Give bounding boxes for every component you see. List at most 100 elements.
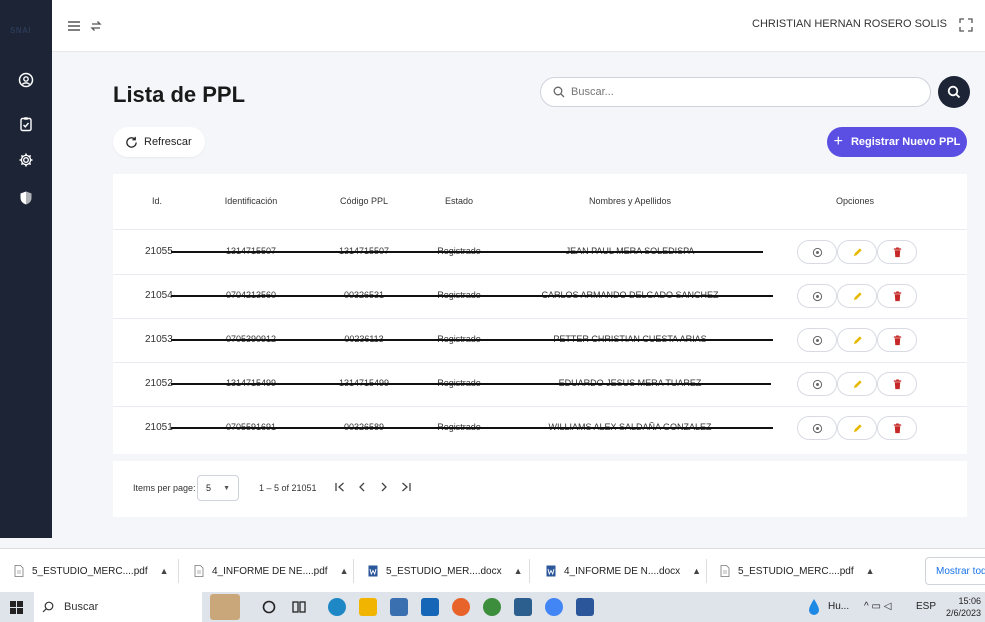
search-icon: [42, 601, 54, 613]
download-item[interactable]: 4_INFORME DE N....docx ▲: [546, 549, 701, 593]
search-button[interactable]: [938, 76, 970, 108]
menu-toggle-button[interactable]: [65, 18, 83, 34]
edit-button[interactable]: [837, 416, 877, 440]
edge-icon[interactable]: [328, 598, 346, 616]
pdf-file-icon: [14, 565, 24, 577]
last-page-button[interactable]: [399, 479, 413, 495]
items-per-page-label: Items per page:: [133, 483, 196, 493]
page-range-label: 1 – 5 of 21051: [259, 483, 317, 493]
chrome-icon[interactable]: [483, 598, 501, 616]
pdf-file-icon: [194, 565, 204, 577]
refresh-button[interactable]: Refrescar: [113, 127, 205, 157]
table-header: Id. Identificación Código PPL Estado Nom…: [113, 174, 967, 230]
animal-photo-icon: [210, 594, 240, 620]
weather-label[interactable]: Hu...: [828, 601, 849, 612]
search-icon: [553, 86, 565, 98]
windows-start-icon[interactable]: [10, 601, 23, 614]
eye-icon: [812, 247, 822, 257]
column-header-identificacion[interactable]: Identificación: [225, 196, 278, 206]
paginator: Items per page: 5 ▼ 1 – 5 of 21051: [113, 461, 967, 517]
column-header-codigo[interactable]: Código PPL: [340, 196, 388, 206]
search-input[interactable]: [571, 86, 891, 98]
pencil-icon: [853, 379, 862, 388]
downloads-bar: 5_ESTUDIO_MERC....pdf ▲ 4_INFORME DE NE.…: [0, 548, 985, 592]
sidebar-item-security[interactable]: [0, 184, 52, 212]
task-view-icon[interactable]: [290, 598, 308, 616]
edit-button[interactable]: [837, 328, 877, 352]
mail-icon[interactable]: [421, 598, 439, 616]
word-icon[interactable]: [576, 598, 594, 616]
previous-page-button[interactable]: [355, 479, 369, 495]
view-button[interactable]: [797, 284, 837, 308]
view-button[interactable]: [797, 416, 837, 440]
download-item[interactable]: 4_INFORME DE NE....pdf ▲: [194, 549, 349, 593]
column-header-id[interactable]: Id.: [152, 196, 162, 206]
show-all-downloads-button[interactable]: Mostrar todo: [925, 557, 985, 585]
chevron-up-icon[interactable]: ▲: [514, 566, 523, 576]
download-item[interactable]: 5_ESTUDIO_MER....docx ▲: [368, 549, 523, 593]
swap-view-button[interactable]: [87, 18, 105, 34]
chevron-up-icon[interactable]: ▲: [866, 566, 875, 576]
download-name: 5_ESTUDIO_MERC....pdf: [32, 565, 148, 577]
sidebar-item-profile[interactable]: [0, 66, 52, 94]
weather-icon[interactable]: [808, 598, 820, 616]
chevron-up-icon[interactable]: ▲: [692, 566, 701, 576]
language-indicator[interactable]: ESP: [916, 601, 936, 612]
fullscreen-icon[interactable]: [959, 18, 973, 32]
sidebar-item-settings[interactable]: [0, 146, 52, 174]
delete-button[interactable]: [877, 416, 917, 440]
user-name[interactable]: CHRISTIAN HERNAN ROSERO SOLIS: [752, 18, 947, 30]
page-size-select[interactable]: 5 ▼: [197, 475, 239, 501]
download-item[interactable]: 5_ESTUDIO_MERC....pdf ▲: [14, 549, 169, 593]
first-page-button[interactable]: [333, 479, 347, 495]
clock[interactable]: 15:06 2/6/2023: [935, 595, 981, 619]
cell-id: 21054: [145, 290, 173, 301]
last-page-icon: [402, 482, 411, 492]
chevron-up-icon[interactable]: ▲: [340, 566, 349, 576]
edit-button[interactable]: [837, 240, 877, 264]
clipboard-icon: [20, 117, 32, 132]
chrome-profile-icon[interactable]: [545, 598, 563, 616]
view-button[interactable]: [797, 328, 837, 352]
pencil-icon: [853, 247, 862, 256]
word-file-icon: [546, 565, 556, 577]
edit-button[interactable]: [837, 372, 877, 396]
plus-icon: +: [833, 133, 843, 150]
redaction-line: [171, 295, 773, 297]
pencil-icon: [853, 291, 862, 300]
store-icon[interactable]: [390, 598, 408, 616]
cell-id: 21055: [145, 246, 173, 257]
sidebar: SNAI: [0, 0, 52, 538]
chevron-up-icon[interactable]: ▲: [160, 566, 169, 576]
redaction-line: [171, 339, 773, 341]
delete-button[interactable]: [877, 284, 917, 308]
eye-icon: [812, 379, 822, 389]
delete-button[interactable]: [877, 372, 917, 396]
table-row: 21051 0705591691 00326589 Registrado WIL…: [113, 407, 967, 451]
next-page-button[interactable]: [377, 479, 391, 495]
file-explorer-icon[interactable]: [359, 598, 377, 616]
register-new-ppl-button[interactable]: + Registrar Nuevo PPL: [827, 127, 967, 157]
column-header-estado[interactable]: Estado: [445, 196, 473, 206]
taskbar-search[interactable]: Buscar: [34, 592, 202, 622]
delete-button[interactable]: [877, 328, 917, 352]
cortana-icon[interactable]: [260, 598, 278, 616]
firefox-icon[interactable]: [452, 598, 470, 616]
view-button[interactable]: [797, 240, 837, 264]
download-item[interactable]: 5_ESTUDIO_MERC....pdf ▲: [720, 549, 875, 593]
caret-down-icon: ▼: [223, 485, 230, 492]
tray-icons[interactable]: ^ ▭ ◁: [864, 601, 891, 612]
shield-icon: [20, 191, 32, 205]
sidebar-item-records[interactable]: [0, 110, 52, 138]
pencil-icon: [853, 335, 862, 344]
view-button[interactable]: [797, 372, 837, 396]
column-header-nombres[interactable]: Nombres y Apellidos: [589, 196, 671, 206]
download-name: 5_ESTUDIO_MERC....pdf: [738, 565, 854, 577]
search-icon: [947, 85, 961, 99]
delete-button[interactable]: [877, 240, 917, 264]
app-icon[interactable]: [514, 598, 532, 616]
edit-button[interactable]: [837, 284, 877, 308]
app-logo: SNAI: [10, 26, 32, 35]
table-row: 21053 0705390912 00236113 Registrado PET…: [113, 319, 967, 363]
search-field[interactable]: [540, 77, 931, 107]
